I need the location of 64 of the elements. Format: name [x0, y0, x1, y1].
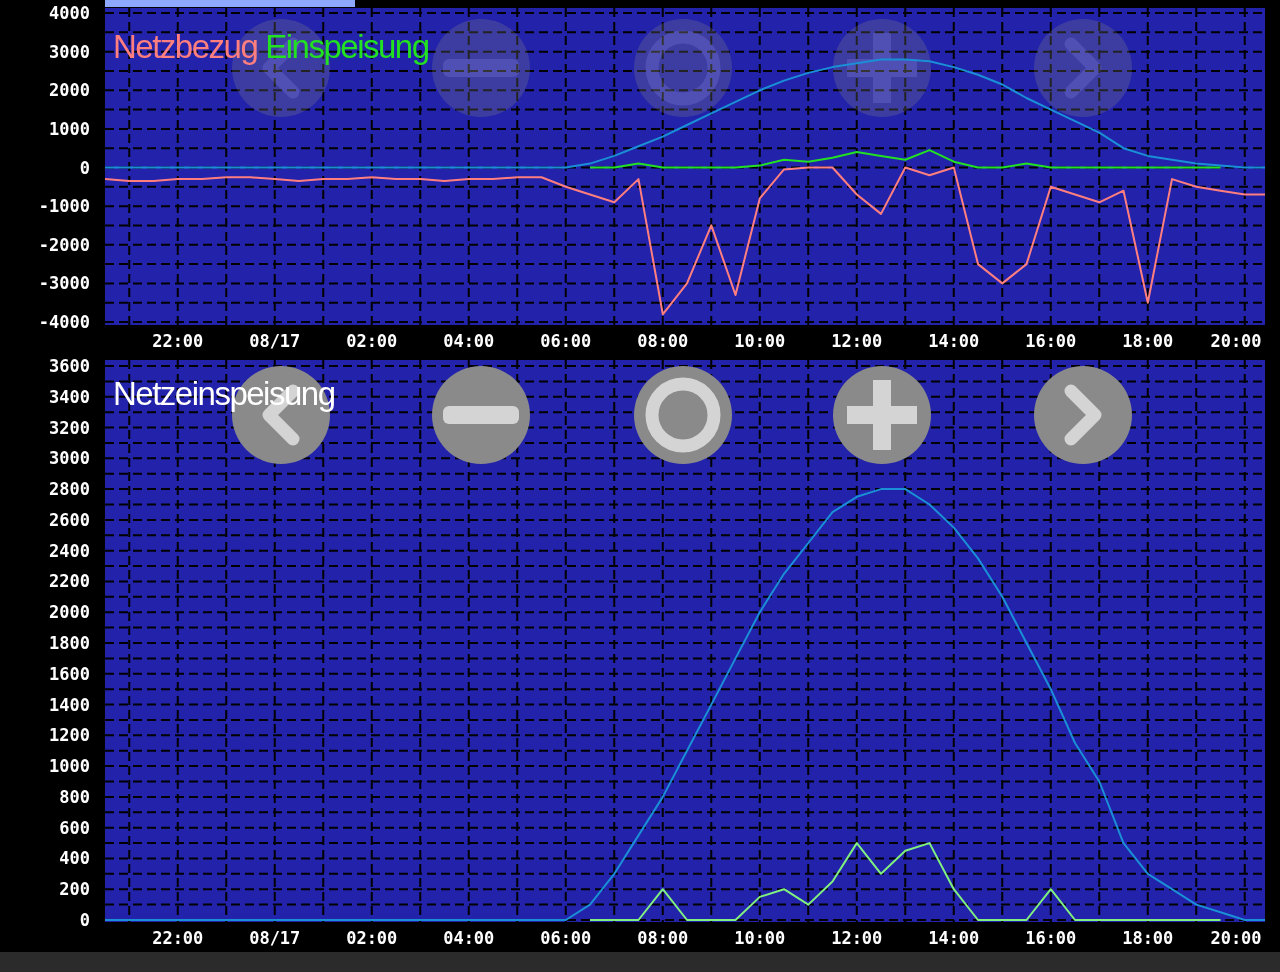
axis-tick-label: 06:00 [540, 928, 592, 948]
ring-icon [645, 377, 721, 453]
zoom-out-button[interactable] [432, 366, 530, 464]
axis-tick-label: 1000 [49, 756, 90, 777]
axis-tick-label: 08:00 [637, 331, 689, 351]
axis-tick-label: 18:00 [1122, 928, 1174, 948]
axis-tick-label: 16:00 [1025, 928, 1077, 948]
axis-tick-label: 06:00 [540, 331, 592, 351]
axis-tick-label: 02:00 [346, 331, 398, 351]
axis-tick-label: 22:00 [152, 928, 204, 948]
axis-tick-label: 18:00 [1122, 331, 1174, 351]
axis-tick-label: -3000 [38, 273, 90, 294]
axis-tick-label: 0 [79, 910, 90, 930]
axis-tick-label: 600 [59, 817, 90, 838]
axis-tick-label: 1200 [49, 725, 90, 746]
axis-tick-label: 3400 [49, 386, 90, 407]
ring-icon [645, 30, 721, 106]
axis-tick-label: -4000 [38, 312, 90, 332]
reset-button[interactable] [634, 366, 732, 464]
axis-tick-label: 1000 [49, 118, 90, 139]
axis-tick-label: 2800 [49, 479, 90, 500]
axis-tick-label: 04:00 [443, 928, 495, 948]
axis-tick-label: 3600 [49, 356, 90, 376]
axis-tick-label: 1600 [49, 663, 90, 684]
axis-tick-label: 3000 [49, 448, 90, 469]
axis-tick-label: 2400 [49, 540, 90, 561]
axis-tick-label: 800 [59, 786, 90, 807]
axis-tick-label: 08/17 [249, 928, 301, 948]
axis-tick-label: 3200 [49, 417, 90, 438]
axis-tick-label: -1000 [38, 196, 90, 217]
axis-tick-label: 08/17 [249, 331, 301, 351]
plus-icon [847, 380, 917, 450]
axis-tick-label: 20:00 [1210, 928, 1262, 948]
axis-tick-label: 400 [59, 848, 90, 869]
axis-tick-label: 1400 [49, 694, 90, 715]
axis-tick-label: -2000 [38, 234, 90, 255]
next-button[interactable] [1034, 366, 1132, 464]
chevron-right-icon [1064, 37, 1102, 99]
axis-tick-label: 04:00 [443, 331, 495, 351]
axis-tick-label: 3000 [49, 41, 90, 62]
axis-tick-label: 2600 [49, 509, 90, 530]
minus-icon [443, 406, 519, 424]
axis-tick-label: 2000 [49, 80, 90, 101]
plus-icon [847, 33, 917, 103]
axis-tick-label: 2200 [49, 571, 90, 592]
axis-tick-label: 16:00 [1025, 331, 1077, 351]
axis-tick-label: 1800 [49, 633, 90, 653]
axis-tick-label: 2000 [49, 602, 90, 623]
axis-tick-label: 08:00 [637, 928, 689, 948]
axis-tick-label: 12:00 [831, 928, 883, 948]
axis-tick-label: 10:00 [734, 928, 786, 948]
axis-tick-label: 0 [79, 157, 90, 178]
axis-tick-label: 200 [59, 879, 90, 900]
axis-tick-label: 20:00 [1210, 331, 1262, 351]
axis-tick-label: 02:00 [346, 928, 398, 948]
minus-icon [443, 59, 519, 77]
zoom-in-button[interactable] [833, 366, 931, 464]
axis-tick-label: 22:00 [152, 331, 204, 351]
axis-tick-label: 10:00 [734, 331, 786, 351]
axis-tick-label: 4000 [49, 3, 90, 23]
axis-tick-label: 14:00 [928, 331, 980, 351]
axis-tick-label: 12:00 [831, 331, 883, 351]
chevron-right-icon [1064, 384, 1102, 446]
axis-tick-label: 14:00 [928, 928, 980, 948]
